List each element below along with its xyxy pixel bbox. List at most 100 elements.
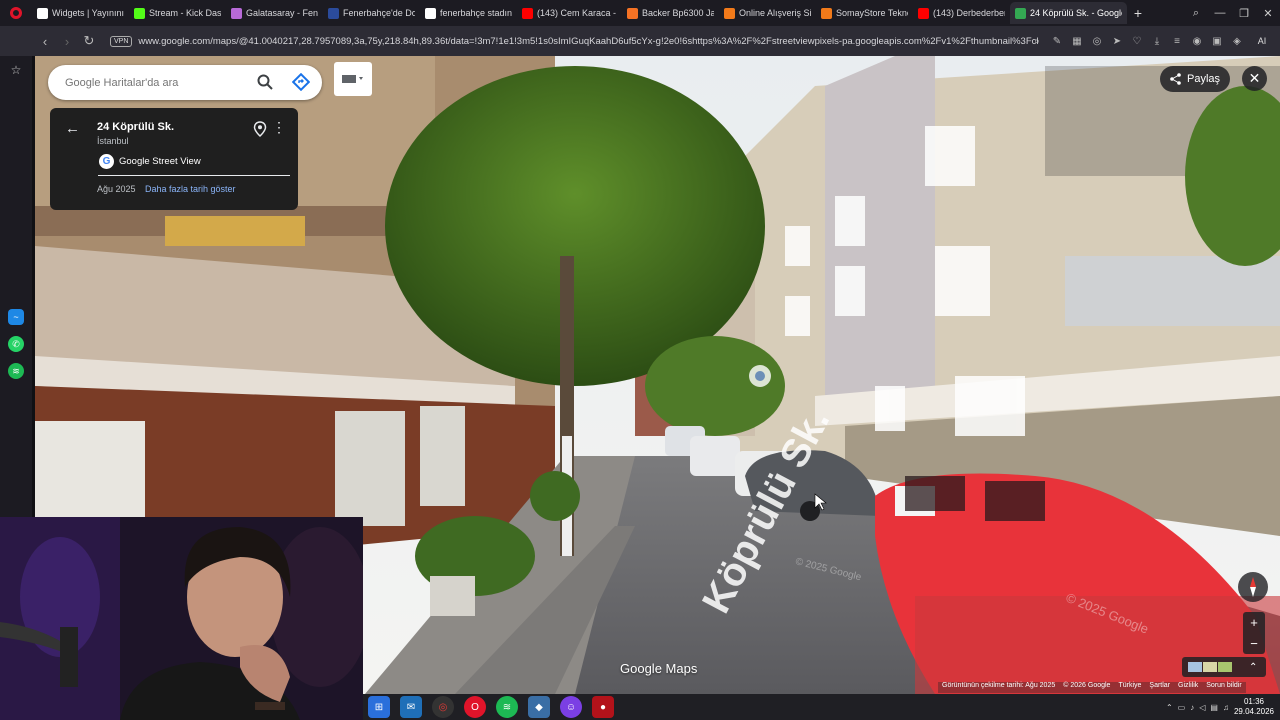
webcam-feed: [0, 517, 363, 720]
browser-tab[interactable]: Galatasaray - Fenerba: [226, 2, 323, 24]
clock-date: 29.04.2026: [1233, 707, 1274, 716]
thumbnail-1[interactable]: [1188, 662, 1202, 672]
opera-icon[interactable]: O: [464, 696, 486, 718]
new-tab-button[interactable]: +: [1127, 5, 1149, 21]
back-button[interactable]: ‹: [34, 30, 56, 52]
footer-report[interactable]: Sorun bildir: [1206, 682, 1241, 693]
footer-privacy[interactable]: Gizlilik: [1178, 682, 1198, 693]
capture-date: Ağu 2025: [97, 184, 136, 194]
browser-tab-bar: Widgets | Yayınını güç Stream - Kick Dash…: [0, 0, 1280, 26]
tray-chevron-icon[interactable]: ⌃: [1166, 703, 1173, 712]
browser-tab[interactable]: Backer Bp6300 Japon: [622, 2, 719, 24]
logo-maps: Maps: [665, 661, 698, 676]
cube-icon[interactable]: ◈: [1228, 31, 1246, 51]
browser-tab[interactable]: (143) Cem Karaca - Se: [517, 2, 622, 24]
app-icon[interactable]: ◆: [528, 696, 550, 718]
tab-favicon-icon: [37, 7, 48, 19]
google-g-icon: G: [99, 154, 114, 169]
location-info-card: ← 24 Köprülü Sk. İstanbul ⋮ G Google Str…: [50, 108, 298, 210]
directions-icon[interactable]: [292, 73, 310, 91]
wallet-icon[interactable]: ▣: [1208, 31, 1226, 51]
clock-time: 01:36: [1243, 697, 1264, 706]
download-icon[interactable]: ⤓: [1148, 31, 1166, 51]
ai-button[interactable]: AI: [1248, 31, 1276, 51]
camera-icon[interactable]: ◎: [1088, 31, 1106, 51]
tab-title: Fenerbahçe'de Domer: [343, 8, 415, 18]
close-street-view-button[interactable]: ✕: [1242, 66, 1267, 91]
location-city: İstanbul: [97, 136, 129, 146]
footer-country[interactable]: Türkiye: [1118, 682, 1141, 693]
tab-favicon-icon: [425, 7, 436, 19]
browser-tab[interactable]: Stream - Kick Dashbo: [129, 2, 226, 24]
extension-icon[interactable]: ▦: [1068, 31, 1086, 51]
maximize-button[interactable]: ❐: [1232, 0, 1256, 26]
opera-logo-icon[interactable]: [0, 0, 32, 26]
browser-tab[interactable]: Fenerbahçe'de Domer: [323, 2, 420, 24]
vpn-badge[interactable]: VPN: [110, 35, 133, 47]
browser-tab[interactable]: Widgets | Yayınını güç: [32, 2, 129, 24]
reload-button[interactable]: ↻: [78, 30, 100, 52]
keyboard-input-button[interactable]: [334, 62, 372, 96]
window-controls: ⌕ — ❐ ✕: [1184, 0, 1280, 26]
maps-search-input[interactable]: [65, 76, 255, 89]
close-window-button[interactable]: ✕: [1256, 0, 1280, 26]
search-tabs-icon[interactable]: ⌕: [1184, 0, 1208, 26]
share-button[interactable]: Paylaş: [1160, 66, 1231, 92]
menu-icon[interactable]: ≡: [1168, 31, 1186, 51]
send-icon[interactable]: ➤: [1108, 31, 1126, 51]
minimize-button[interactable]: —: [1208, 0, 1232, 26]
edit-icon[interactable]: ✎: [1048, 31, 1066, 51]
footer-capture-date: Görüntünün çekilme tarihi: Ağu 2025: [942, 682, 1056, 689]
keyboard-icon: [342, 75, 363, 83]
profile-icon[interactable]: ◉: [1188, 31, 1206, 51]
maps-search-box: [48, 65, 322, 100]
discord-icon[interactable]: ☺: [560, 696, 582, 718]
outlook-icon[interactable]: ✉: [400, 696, 422, 718]
tab-favicon-icon: [522, 7, 533, 19]
thumbnail-3[interactable]: [1218, 662, 1232, 672]
display-icon[interactable]: ▭: [1178, 703, 1186, 712]
zoom-out-button[interactable]: −: [1243, 633, 1265, 654]
spotify-taskbar-icon[interactable]: ≋: [496, 696, 518, 718]
browser-tab[interactable]: fenerbahçe stadında y: [420, 2, 517, 24]
speaker-icon[interactable]: ◁: [1199, 703, 1205, 712]
microphone-icon[interactable]: ♪: [1190, 703, 1194, 712]
url-field[interactable]: www.google.com/maps/@41.0040217,28.79570…: [138, 36, 1038, 47]
compass-control[interactable]: [1238, 572, 1268, 602]
thumbnail-2[interactable]: [1203, 662, 1217, 672]
zoom-in-button[interactable]: +: [1243, 612, 1265, 633]
tab-favicon-icon: [1015, 7, 1026, 19]
tab-favicon-icon: [918, 7, 929, 19]
tab-title: (143) Derbederberk y: [933, 8, 1005, 18]
spotify-icon[interactable]: ≋: [8, 363, 24, 379]
whatsapp-icon[interactable]: ✆: [8, 336, 24, 352]
search-icon[interactable]: [256, 73, 274, 91]
obs-icon[interactable]: ●: [592, 696, 614, 718]
heart-icon[interactable]: ♡: [1128, 31, 1146, 51]
forward-button[interactable]: ›: [56, 30, 78, 52]
network-icon[interactable]: ▤: [1210, 703, 1218, 712]
volume-icon[interactable]: ♫: [1223, 703, 1229, 712]
back-arrow-icon[interactable]: ←: [65, 120, 80, 137]
windows-taskbar: ⊞ ✉ ◎ O ≋ ◆ ☺ ● ⌃ ▭ ♪ ◁ ▤ ♫ 01:36 29.04.…: [363, 694, 1280, 720]
footer-copyright: © 2026 Google: [1063, 682, 1111, 689]
street-view-source: G Google Street View: [99, 154, 201, 169]
expand-up-icon[interactable]: ⌃: [1249, 662, 1257, 673]
clock[interactable]: 01:36 29.04.2026: [1234, 697, 1274, 717]
start-icon[interactable]: ⊞: [368, 696, 390, 718]
messenger-icon[interactable]: ~: [8, 309, 24, 325]
browser-tab[interactable]: 24 Köprülü Sk. - Google H: [1010, 2, 1127, 24]
zoom-icon[interactable]: ⌕: [1028, 31, 1046, 51]
share-label: Paylaş: [1187, 73, 1221, 85]
more-options-icon[interactable]: ⋮: [272, 119, 286, 136]
layer-thumbnails[interactable]: ⌃: [1182, 657, 1266, 677]
browser-tab[interactable]: Online Alışveriş Sitesi: [719, 2, 816, 24]
bookmarks-star-icon[interactable]: ☆: [8, 62, 24, 78]
more-dates-link[interactable]: Daha fazla tarih göster: [145, 184, 236, 194]
browser-tab[interactable]: (143) Derbederberk y: [913, 2, 1010, 24]
footer-terms[interactable]: Şartlar: [1149, 682, 1170, 693]
browser-tab[interactable]: SomayStore Tekne Ya: [816, 2, 913, 24]
opera-gx-icon[interactable]: ◎: [432, 696, 454, 718]
location-pin-icon[interactable]: [253, 121, 267, 137]
tab-favicon-icon: [724, 7, 735, 19]
